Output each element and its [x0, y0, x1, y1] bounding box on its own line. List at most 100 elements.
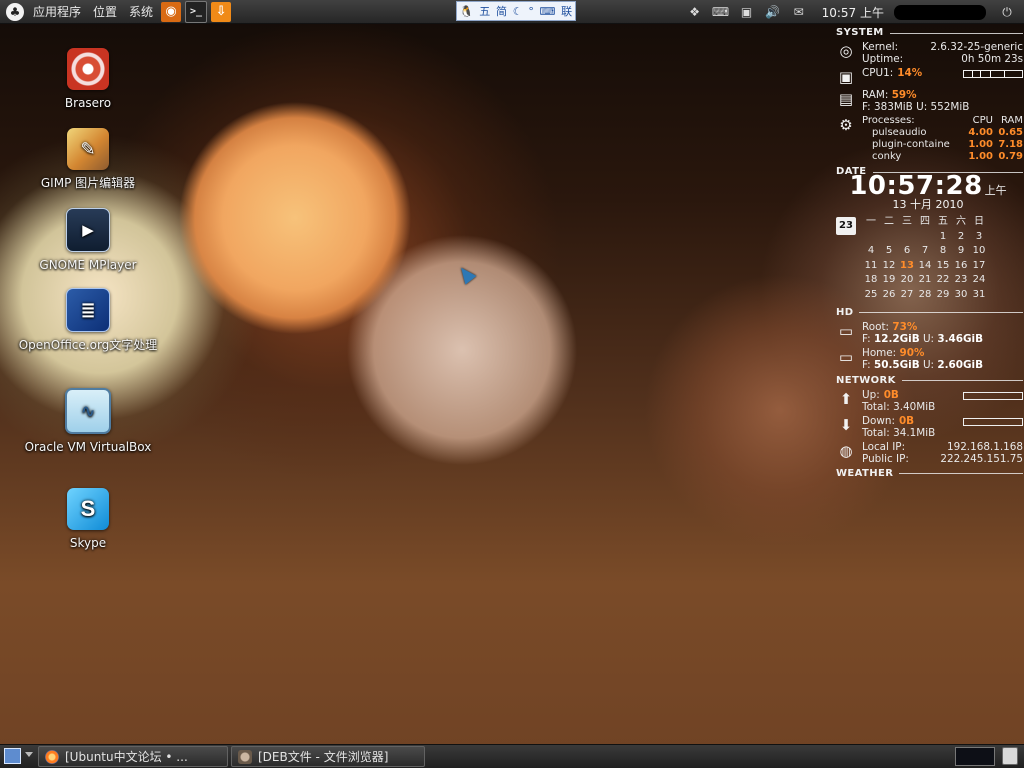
cpu-graph [963, 70, 1023, 78]
desktop-icon-gnome-mplayer[interactable]: ▶ GNOME MPlayer [18, 208, 158, 273]
calendar-day: 16 [954, 259, 968, 271]
desktop-icon-gimp[interactable]: ✎ GIMP 图片编辑器 [18, 128, 158, 191]
menu-system[interactable]: 系统 [123, 3, 159, 20]
taskbar-item-ubuntu-forum[interactable]: [Ubuntu中文论坛 • ... [38, 746, 228, 767]
ram-value: 59% [891, 89, 917, 101]
update-launcher-icon[interactable]: ⇩ [211, 1, 232, 22]
process-row: pulseaudio 4.00 0.65 [862, 127, 1023, 139]
calendar-day: 28 [918, 288, 932, 300]
big-clock-time: 10:57:28 [849, 171, 983, 201]
calendar-day: 23 [954, 274, 968, 286]
desktop-icon-label: Brasero [64, 96, 112, 110]
show-desktop-icon[interactable] [4, 748, 21, 764]
home-percent: 90% [899, 346, 925, 359]
taskbar-item-label: [Ubuntu中文论坛 • ... [65, 750, 188, 764]
root-used-value: 3.46GiB [937, 332, 984, 345]
process-row: plugin-containe 1.00 7.18 [862, 139, 1023, 151]
calendar-day: 2 [957, 230, 965, 242]
calendar-day: 15 [936, 259, 950, 271]
gnome-foot-icon[interactable]: ♣ [6, 2, 24, 21]
down-label: Down: [862, 414, 895, 427]
desktop-icon-openoffice-writer[interactable]: ≣ OpenOffice.org文字处理 [18, 288, 158, 353]
down-rate: 0B [898, 414, 915, 427]
network-manager-icon[interactable]: ▣ [738, 3, 756, 21]
ime-lianxiang[interactable]: 联 [561, 3, 572, 19]
volume-icon[interactable]: 🔊 [764, 3, 782, 21]
home-used-label: U: [922, 358, 935, 371]
process-name: plugin-containe [872, 139, 950, 150]
calendar-day: 30 [954, 288, 968, 300]
weekday-label: 日 [974, 216, 984, 227]
processes-row: ⚙ Processes: CPU RAM pulseaudio 4.00 0.6… [833, 115, 1023, 163]
weekday-label: 五 [938, 216, 948, 227]
desktop-icon-label: Skype [69, 536, 107, 550]
trash-icon[interactable] [1002, 747, 1018, 765]
gimp-icon: ✎ [67, 128, 109, 170]
processes-ram-head: RAM [1000, 115, 1023, 126]
eye-launcher-icon[interactable]: ◉ [161, 1, 182, 22]
calendar-day [880, 230, 898, 245]
desktop-icon-brasero[interactable]: Brasero [18, 48, 158, 111]
up-total: 3.40MiB [893, 400, 936, 413]
weekday-label: 六 [956, 216, 966, 227]
power-icon[interactable]: ⏻ [998, 3, 1016, 21]
dropbox-icon[interactable]: ❖ [686, 3, 704, 21]
weekday-label: 一 [866, 216, 876, 227]
penguin-icon: 🐧 [459, 4, 474, 18]
conky-monitor: SYSTEM ◎ Kernel: 2.6.32-25-generic Uptime… [833, 27, 1023, 547]
process-ram: 0.65 [998, 127, 1023, 138]
ime-simplified[interactable]: 简 [496, 3, 507, 19]
calendar-day: 11 [864, 259, 878, 271]
keyboard-indicator-icon[interactable]: ⌨ [712, 3, 730, 21]
public-ip-value: 222.245.151.75 [940, 452, 1023, 465]
menu-places[interactable]: 位置 [87, 3, 123, 20]
calendar-day: 17 [972, 259, 986, 271]
ram-free-label: F: [862, 101, 871, 113]
calendar-day: 1 [939, 230, 947, 242]
top-panel: ♣ 应用程序 位置 系统 ◉ >_ ⇩ 🐧 五 简 ☾ ° ⌨ 联 ❖ ⌨ ▣ … [0, 0, 1024, 24]
upload-row: ⬆ Up: 0B Total: 3.40MiB [833, 389, 1023, 413]
hard-disk-icon: ▭ [838, 347, 854, 366]
root-free-value: 12.2GiB [873, 332, 920, 345]
taskbar-item-file-browser[interactable]: [DEB文件 - 文件浏览器] [231, 746, 425, 767]
ime-wubi[interactable]: 五 [479, 3, 490, 19]
taskbar-item-label: [DEB文件 - 文件浏览器] [258, 750, 389, 764]
kernel-value: 2.6.32-25-generic [930, 41, 1023, 53]
desktop-icon-virtualbox[interactable]: ∿ Oracle VM VirtualBox [18, 388, 158, 455]
user-name-redacted[interactable] [894, 4, 986, 20]
calendar-day: 10 [972, 245, 986, 257]
process-cpu: 1.00 [968, 151, 993, 162]
panel-clock[interactable]: 10:57 上午 [822, 4, 884, 21]
hd-section-title: HD [836, 307, 1023, 319]
network-section-title: NETWORK [836, 375, 1023, 387]
ime-toolbar[interactable]: 🐧 五 简 ☾ ° ⌨ 联 [456, 1, 576, 21]
calendar-day [898, 230, 916, 245]
ram-used-label: U: [916, 101, 928, 113]
calendar-day-today: 13 [900, 259, 914, 271]
menu-applications[interactable]: 应用程序 [27, 3, 87, 20]
kernel-label: Kernel: [862, 41, 899, 53]
home-free-value: 50.5GiB [873, 358, 920, 371]
calendar-day: 31 [972, 288, 986, 300]
mail-icon[interactable]: ✉ [790, 3, 808, 21]
desktop-icon-skype[interactable]: S Skype [18, 488, 158, 551]
calendar-day [916, 230, 934, 245]
workspace-switcher[interactable] [955, 747, 995, 766]
skype-icon: S [67, 488, 109, 530]
local-ip-value: 192.168.1.168 [946, 440, 1023, 453]
calendar-day: 21 [918, 274, 932, 286]
chevron-down-icon[interactable] [25, 752, 33, 757]
process-cpu: 1.00 [968, 139, 993, 150]
download-row: ⬇ Down: 0B Total: 34.1MiB [833, 415, 1023, 439]
local-ip-label: Local IP: [862, 440, 906, 453]
uptime-value: 0h 50m 23s [961, 53, 1023, 65]
moon-icon: ☾ [512, 4, 523, 18]
up-total-label: Total: [862, 400, 890, 413]
up-rate: 0B [883, 388, 899, 401]
calendar-day: 27 [900, 288, 914, 300]
calendar-day: 25 [864, 288, 878, 300]
calendar-grid: 一 二 三 四 五 六 日 1 2 3 4 5 6 7 8 9 10 11 12… [862, 215, 988, 303]
terminal-launcher-icon[interactable]: >_ [185, 0, 208, 23]
big-clock-ampm: 上午 [984, 184, 1007, 197]
process-ram: 7.18 [998, 139, 1023, 150]
